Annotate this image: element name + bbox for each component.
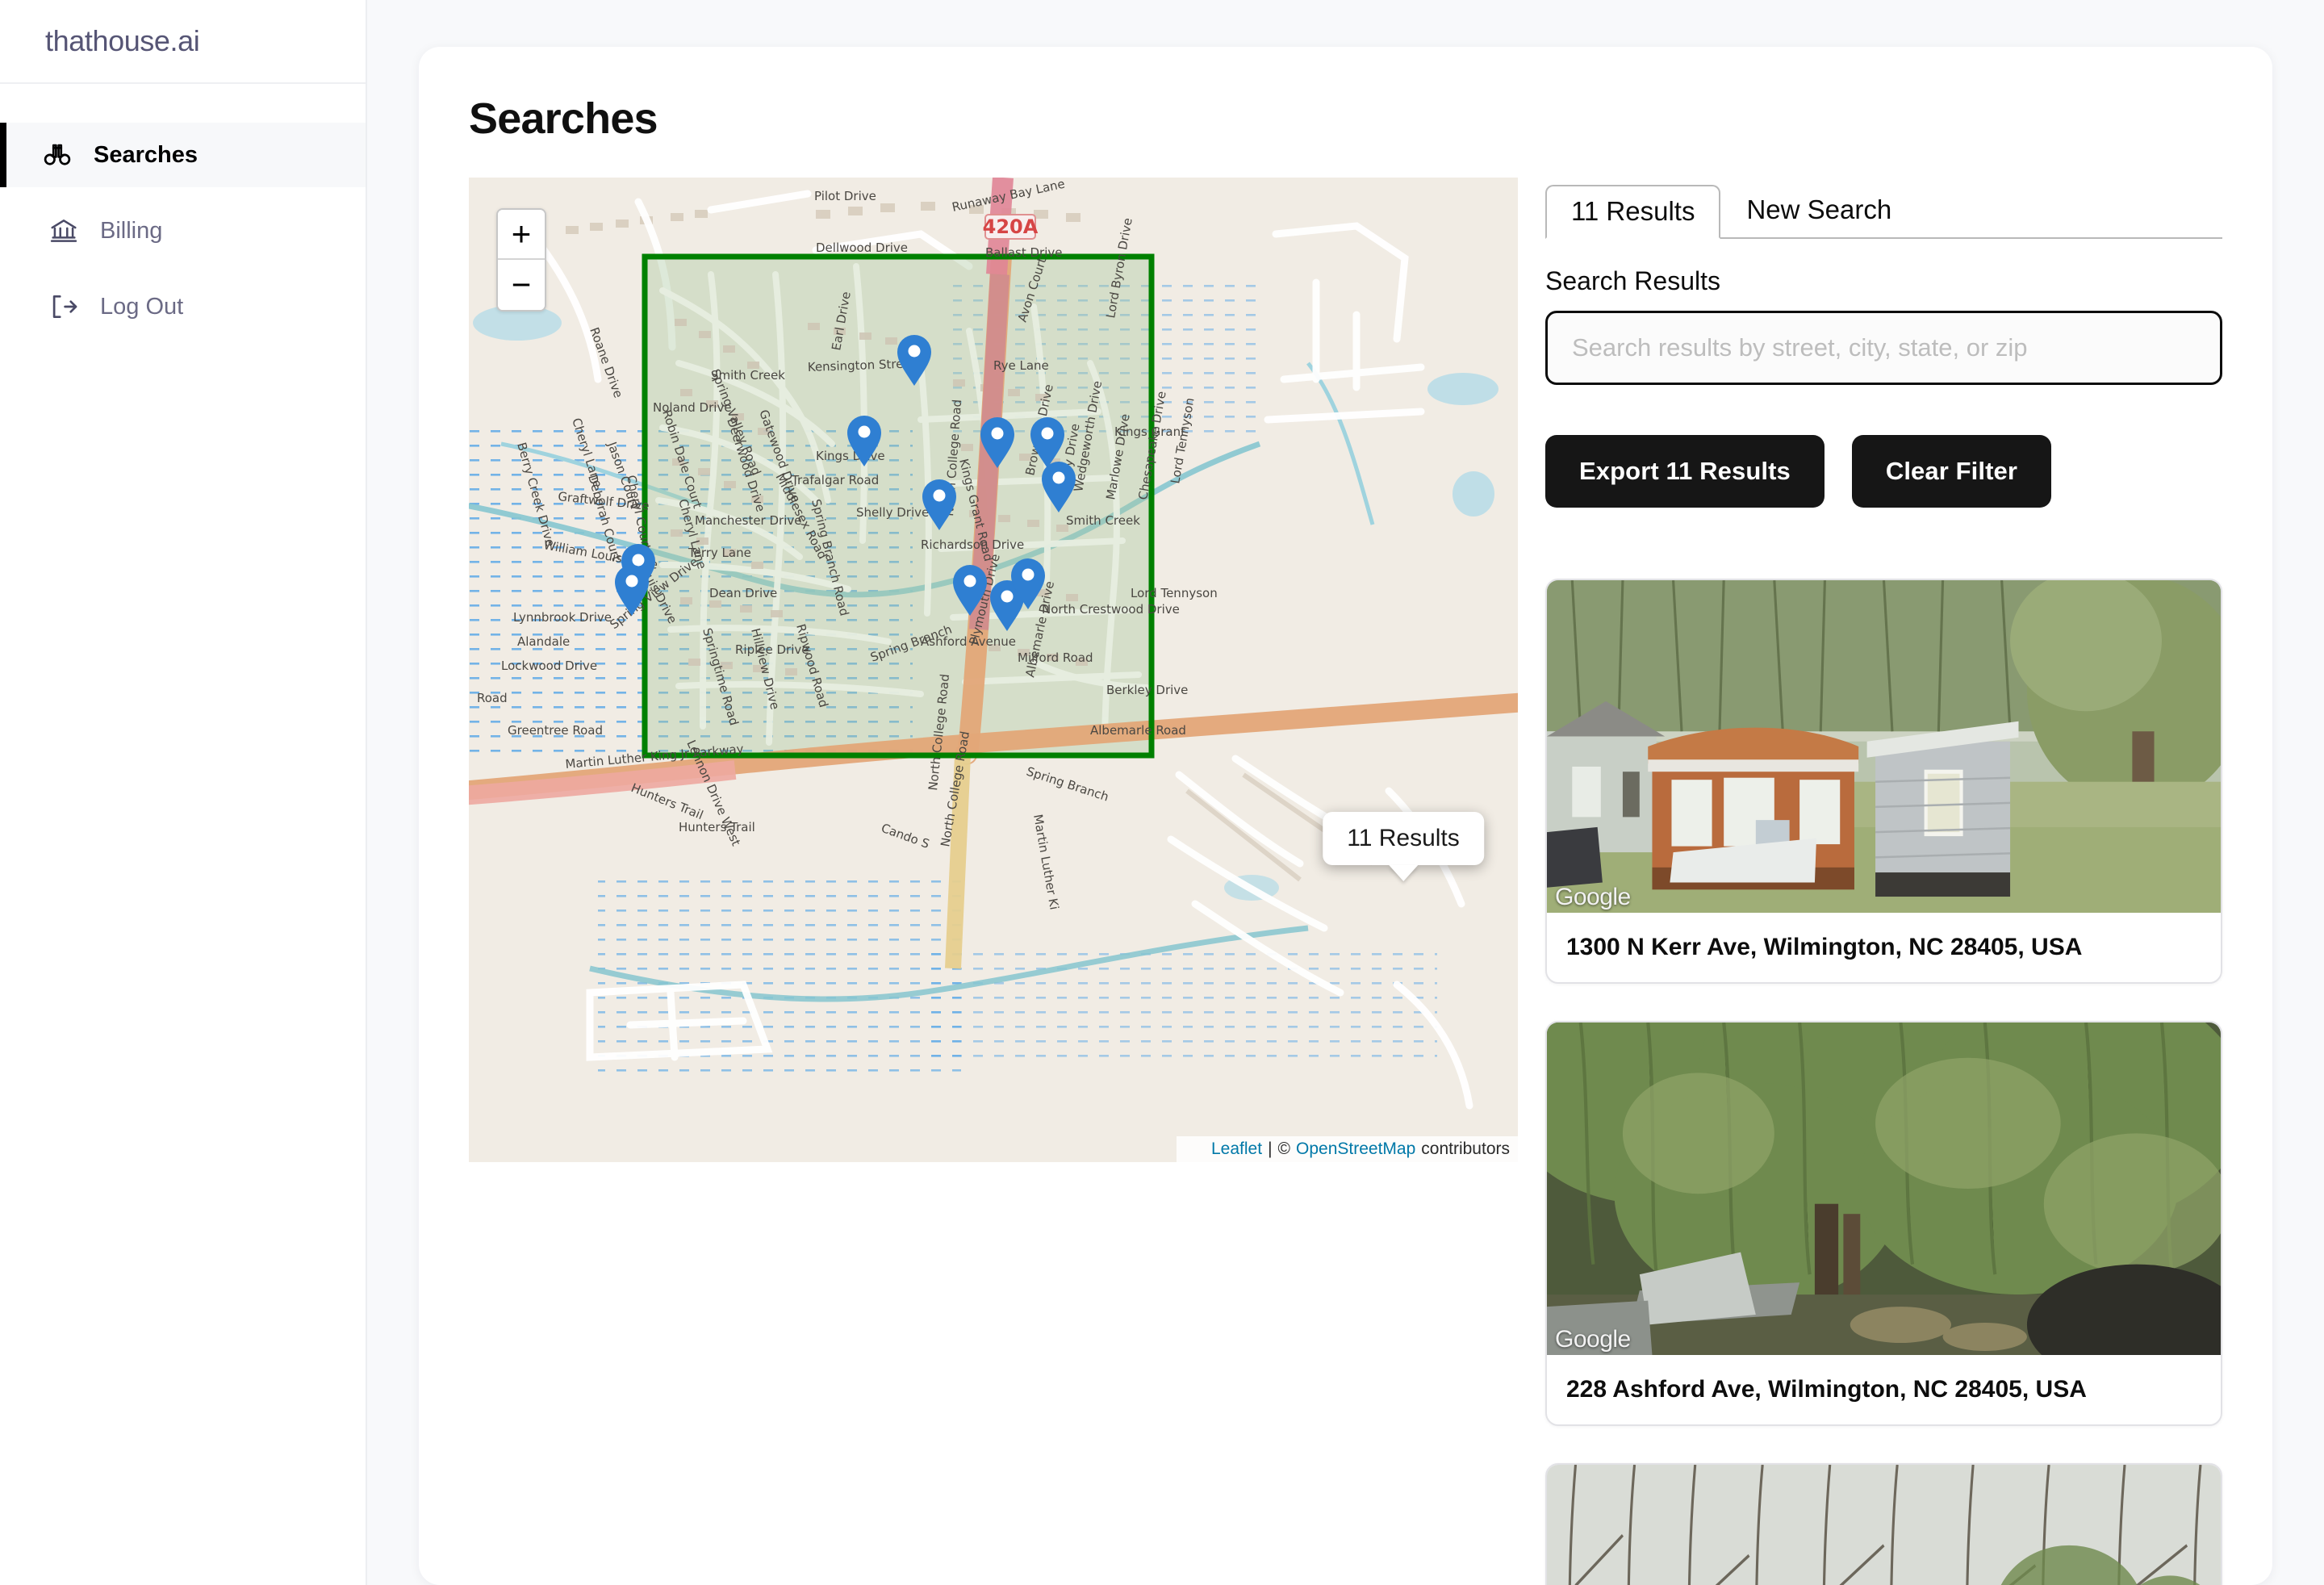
page-area: Searches Pilot Drive Dellwood Drive Roan… xyxy=(367,0,2324,1585)
map-popup-tail xyxy=(1388,865,1418,881)
brand-logo-text: thathouse.ai xyxy=(45,24,200,57)
svg-text:Shelly Drive: Shelly Drive xyxy=(856,505,929,520)
attribution-contributors: contributors xyxy=(1421,1140,1510,1158)
svg-text:Dellwood Drive: Dellwood Drive xyxy=(816,240,908,255)
app-root: thathouse.ai Searches Billing Log Out Se… xyxy=(0,0,2324,1585)
sidebar-nav: Searches Billing Log Out xyxy=(0,84,366,339)
tab-new-search[interactable]: New Search xyxy=(1720,183,1917,237)
svg-text:Terry Lane: Terry Lane xyxy=(688,546,751,560)
sidebar-item-label: Searches xyxy=(94,141,198,168)
svg-text:North Crestwood Drive: North Crestwood Drive xyxy=(1042,602,1180,617)
result-address: 1300 N Kerr Ave, Wilmington, NC 28405, U… xyxy=(1566,934,2083,960)
sidebar-item-logout[interactable]: Log Out xyxy=(0,274,366,339)
google-watermark: Google xyxy=(1555,1326,1631,1353)
svg-text:Lynnbrook Drive: Lynnbrook Drive xyxy=(513,610,612,625)
zoom-in-button[interactable]: + xyxy=(498,210,545,260)
zoom-out-button[interactable]: − xyxy=(498,260,545,310)
leaflet-link[interactable]: Leaflet xyxy=(1211,1140,1262,1159)
result-list: Google 1300 N Kerr Ave, Wilmington, NC 2… xyxy=(1545,579,2222,1585)
result-card[interactable] xyxy=(1545,1463,2222,1585)
result-card[interactable]: Google 228 Ashford Ave, Wilmington, NC 2… xyxy=(1545,1021,2222,1426)
result-photo: Google xyxy=(1547,1023,2221,1355)
leaflet-map[interactable]: Pilot Drive Dellwood Drive Roane Drive S… xyxy=(469,178,1518,1162)
search-results-input[interactable] xyxy=(1545,311,2222,385)
result-photo: Google xyxy=(1547,580,2221,913)
sidebar: thathouse.ai Searches Billing Log Out xyxy=(0,0,367,1585)
streetview-image-2 xyxy=(1547,1023,2221,1355)
results-tabs: 11 Results New Search xyxy=(1545,178,2222,239)
svg-text:Road: Road xyxy=(477,691,508,705)
svg-text:Ballast Drive: Ballast Drive xyxy=(985,245,1062,260)
svg-text:Trafalgar Road: Trafalgar Road xyxy=(791,473,879,487)
map-zoom-controls[interactable]: + − xyxy=(496,208,546,312)
sidebar-item-label: Log Out xyxy=(100,293,184,320)
attribution-separator: | xyxy=(1268,1140,1273,1158)
ukraine-flag-icon xyxy=(1185,1144,1206,1158)
sidebar-item-label: Billing xyxy=(100,217,163,244)
result-address: 228 Ashford Ave, Wilmington, NC 28405, U… xyxy=(1566,1376,2087,1403)
svg-text:Manchester Drive: Manchester Drive xyxy=(695,513,801,528)
clear-filter-button[interactable]: Clear Filter xyxy=(1851,435,2052,508)
svg-text:Pilot Drive: Pilot Drive xyxy=(814,189,876,203)
svg-text:Albemarle Road: Albemarle Road xyxy=(1090,723,1186,738)
copyright-symbol: © xyxy=(1277,1140,1291,1158)
action-button-row: Export 11 Results Clear Filter xyxy=(1545,435,2222,508)
svg-text:Greentree Road: Greentree Road xyxy=(508,723,603,738)
bank-icon xyxy=(48,215,79,246)
openstreetmap-link[interactable]: OpenStreetMap xyxy=(1296,1140,1415,1159)
svg-text:Hunters Trail: Hunters Trail xyxy=(679,820,755,834)
svg-text:Richardson Drive: Richardson Drive xyxy=(921,537,1024,552)
result-card[interactable]: Google 1300 N Kerr Ave, Wilmington, NC 2… xyxy=(1545,579,2222,984)
map-results-popup[interactable]: 11 Results xyxy=(1323,812,1484,881)
svg-text:Lord Tennyson: Lord Tennyson xyxy=(1131,586,1218,600)
sidebar-item-billing[interactable]: Billing xyxy=(0,199,366,263)
logout-icon xyxy=(48,291,79,322)
google-watermark: Google xyxy=(1555,884,1631,910)
svg-text:Kings Drive: Kings Drive xyxy=(816,449,885,463)
binoculars-icon xyxy=(42,140,73,170)
sidebar-item-searches[interactable]: Searches xyxy=(0,123,366,187)
svg-text:Rye Lane: Rye Lane xyxy=(993,358,1049,373)
search-results-label: Search Results xyxy=(1545,266,1720,295)
svg-text:Milford Road: Milford Road xyxy=(1018,650,1093,665)
svg-text:Berkley Drive: Berkley Drive xyxy=(1106,683,1188,697)
page-title: Searches xyxy=(469,94,658,143)
result-photo xyxy=(1547,1465,2221,1585)
map-popup-label: 11 Results xyxy=(1323,812,1484,865)
map-attribution: Leaflet | © OpenStreetMap contributors xyxy=(1177,1136,1518,1162)
results-panel: 11 Results New Search Search Results Exp… xyxy=(1545,178,2222,1585)
svg-text:Lockwood Drive: Lockwood Drive xyxy=(501,659,597,673)
content-columns: Pilot Drive Dellwood Drive Roane Drive S… xyxy=(469,178,2222,1585)
svg-text:420A: 420A xyxy=(983,215,1039,238)
searches-card: Searches Pilot Drive Dellwood Drive Roan… xyxy=(419,47,2272,1585)
map-tiles: Pilot Drive Dellwood Drive Roane Drive S… xyxy=(469,178,1518,1162)
svg-text:Smith Creek: Smith Creek xyxy=(1066,513,1140,528)
export-results-button[interactable]: Export 11 Results xyxy=(1545,435,1825,508)
tab-results[interactable]: 11 Results xyxy=(1545,185,1721,239)
streetview-image-3 xyxy=(1547,1465,2221,1585)
brand-row: thathouse.ai xyxy=(0,0,366,84)
svg-text:Alandale: Alandale xyxy=(517,634,570,649)
highway-shield-420a: 420A xyxy=(983,214,1039,240)
svg-text:Riplee Drive: Riplee Drive xyxy=(735,642,809,657)
streetview-image-1 xyxy=(1547,580,2221,913)
map-column: Pilot Drive Dellwood Drive Roane Drive S… xyxy=(469,178,1518,1162)
svg-text:Dean Drive: Dean Drive xyxy=(709,586,777,600)
